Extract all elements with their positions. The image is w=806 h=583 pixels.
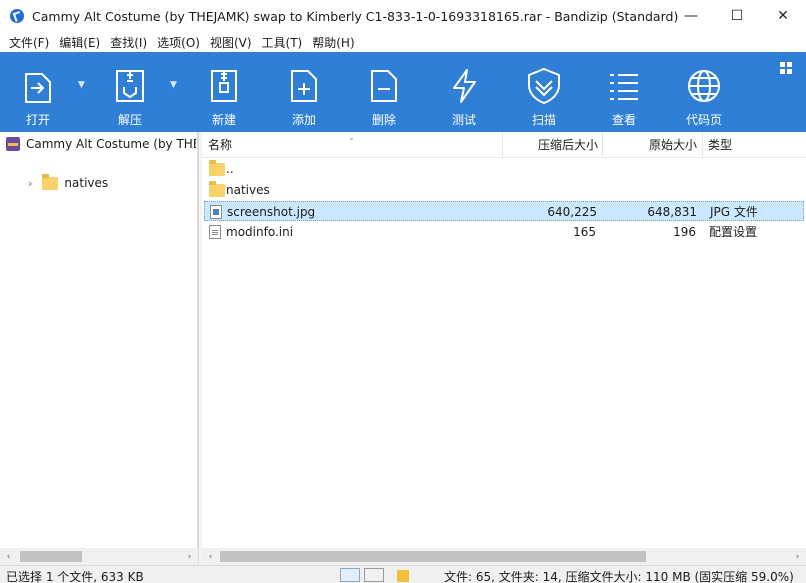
file-list: 名称 ⌄ 压缩后大小 原始大小 类型 .. natives screenshot…	[202, 132, 806, 548]
minimize-button[interactable]: —	[668, 0, 714, 32]
list-row-parent[interactable]: ..	[204, 159, 804, 179]
view-list-icon	[604, 66, 644, 106]
window-controls: — ☐ ✕	[668, 0, 806, 32]
add-label: 添加	[291, 113, 316, 127]
codepage-label: 代码页	[685, 113, 722, 127]
scan-button[interactable]: 扫描	[512, 52, 576, 132]
row-original-size: 196	[673, 225, 696, 239]
view-button[interactable]: 查看	[592, 52, 656, 132]
new-archive-icon	[204, 66, 244, 106]
archive-summary: 文件: 65, 文件夹: 14, 压缩文件大小: 110 MB (固实压缩 59…	[444, 570, 794, 583]
open-icon	[18, 66, 58, 106]
bandizip-window: Cammy Alt Costume (by THEJAMK) swap to K…	[0, 0, 806, 583]
folder-icon	[42, 173, 59, 190]
menu-options[interactable]: 选项(O)	[152, 34, 205, 51]
tree-root-label: Cammy Alt Costume (by THE..	[26, 137, 196, 151]
selection-status: 已选择 1 个文件, 633 KB	[6, 570, 144, 583]
list-row-natives[interactable]: natives	[204, 180, 804, 200]
tree-horizontal-scrollbar[interactable]: ‹ ›	[0, 548, 198, 565]
window-title: Cammy Alt Costume (by THEJAMK) swap to K…	[32, 8, 679, 24]
scrollbar-thumb[interactable]	[220, 551, 646, 562]
list-horizontal-scrollbar[interactable]: ‹ ›	[202, 548, 806, 565]
folder-tree-pane: Cammy Alt Costume (by THE.. › natives	[0, 132, 198, 548]
tree-item-natives[interactable]: › natives	[28, 173, 109, 190]
row-name: ..	[226, 162, 234, 176]
scan-shield-icon	[524, 66, 564, 106]
add-button[interactable]: 添加	[272, 52, 336, 132]
scroll-right-arrow-icon[interactable]: ›	[789, 548, 806, 565]
scrollbar-thumb[interactable]	[20, 551, 82, 562]
tree-root-archive[interactable]: Cammy Alt Costume (by THE..	[6, 137, 196, 151]
new-archive-label: 新建	[211, 113, 236, 127]
column-original-size[interactable]: 原始大小	[649, 132, 697, 158]
row-name: modinfo.ini	[226, 225, 294, 239]
open-dropdown-arrow[interactable]: ▼	[78, 80, 85, 90]
sort-indicator-icon: ⌄	[348, 133, 355, 142]
list-header: 名称 ⌄ 压缩后大小 原始大小 类型	[202, 132, 806, 158]
list-view-icon[interactable]	[364, 568, 384, 582]
extract-button[interactable]: 解压	[98, 52, 162, 132]
open-label: 打开	[25, 113, 50, 127]
scan-label: 扫描	[531, 113, 556, 127]
layout-grid-icon[interactable]	[780, 62, 792, 74]
menu-bar: 文件(F) 编辑(E) 查找(I) 选项(O) 视图(V) 工具(T) 帮助(H…	[0, 32, 806, 52]
extract-icon	[110, 66, 150, 106]
column-compressed-size[interactable]: 压缩后大小	[538, 132, 598, 158]
status-bar: 已选择 1 个文件, 633 KB 文件: 65, 文件夹: 14, 压缩文件大…	[0, 565, 806, 583]
menu-tools[interactable]: 工具(T)	[257, 34, 308, 51]
ini-file-icon	[209, 225, 221, 239]
rar-archive-icon	[6, 137, 20, 151]
toolbar: 打开 ▼ 解压 ▼ 新建 添加 删除 测试 扫描 查看 代码页	[0, 52, 806, 132]
row-type: 配置设置	[709, 225, 758, 239]
menu-file[interactable]: 文件(F)	[4, 34, 54, 51]
delete-icon	[364, 66, 404, 106]
title-bar: Cammy Alt Costume (by THEJAMK) swap to K…	[0, 0, 806, 32]
scroll-left-arrow-icon[interactable]: ‹	[0, 548, 17, 565]
extract-label: 解压	[117, 113, 142, 127]
menu-edit[interactable]: 编辑(E)	[54, 34, 105, 51]
row-compressed-size: 640,225	[547, 205, 597, 219]
folder-icon	[209, 160, 225, 176]
codepage-globe-icon	[684, 66, 724, 106]
details-view-icon[interactable]	[340, 568, 360, 582]
archive-folder-icon	[397, 570, 409, 582]
image-file-icon	[210, 205, 222, 219]
add-icon	[284, 66, 324, 106]
row-compressed-size: 165	[573, 225, 596, 239]
folder-icon	[209, 181, 225, 197]
column-divider[interactable]	[602, 132, 603, 158]
expand-chevron-icon[interactable]: ›	[28, 177, 32, 190]
open-button[interactable]: 打开	[6, 52, 70, 132]
column-name[interactable]: 名称	[208, 132, 232, 158]
maximize-button[interactable]: ☐	[714, 0, 760, 32]
list-row-modinfo[interactable]: modinfo.ini 165 196 配置设置	[204, 222, 804, 242]
row-name: natives	[226, 183, 270, 197]
close-button[interactable]: ✕	[760, 0, 806, 32]
delete-button[interactable]: 删除	[352, 52, 416, 132]
row-type: JPG 文件	[710, 205, 758, 219]
extract-dropdown-arrow[interactable]: ▼	[170, 80, 177, 90]
test-label: 测试	[451, 113, 476, 127]
column-type[interactable]: 类型	[708, 132, 732, 158]
delete-label: 删除	[371, 113, 396, 127]
test-icon	[444, 66, 484, 106]
codepage-button[interactable]: 代码页	[672, 52, 736, 132]
view-label: 查看	[611, 113, 636, 127]
row-name: screenshot.jpg	[227, 205, 316, 219]
new-archive-button[interactable]: 新建	[192, 52, 256, 132]
scroll-right-arrow-icon[interactable]: ›	[181, 548, 198, 565]
menu-view[interactable]: 视图(V)	[205, 34, 257, 51]
column-divider[interactable]	[502, 132, 503, 158]
test-button[interactable]: 测试	[432, 52, 496, 132]
menu-help[interactable]: 帮助(H)	[307, 34, 359, 51]
tree-item-label: natives	[64, 176, 109, 190]
menu-find[interactable]: 查找(I)	[105, 34, 152, 51]
list-row-screenshot[interactable]: screenshot.jpg 640,225 648,831 JPG 文件	[204, 201, 804, 221]
bandizip-app-icon	[10, 9, 24, 23]
row-original-size: 648,831	[647, 205, 697, 219]
scroll-left-arrow-icon[interactable]: ‹	[202, 548, 219, 565]
column-divider[interactable]	[702, 132, 703, 158]
